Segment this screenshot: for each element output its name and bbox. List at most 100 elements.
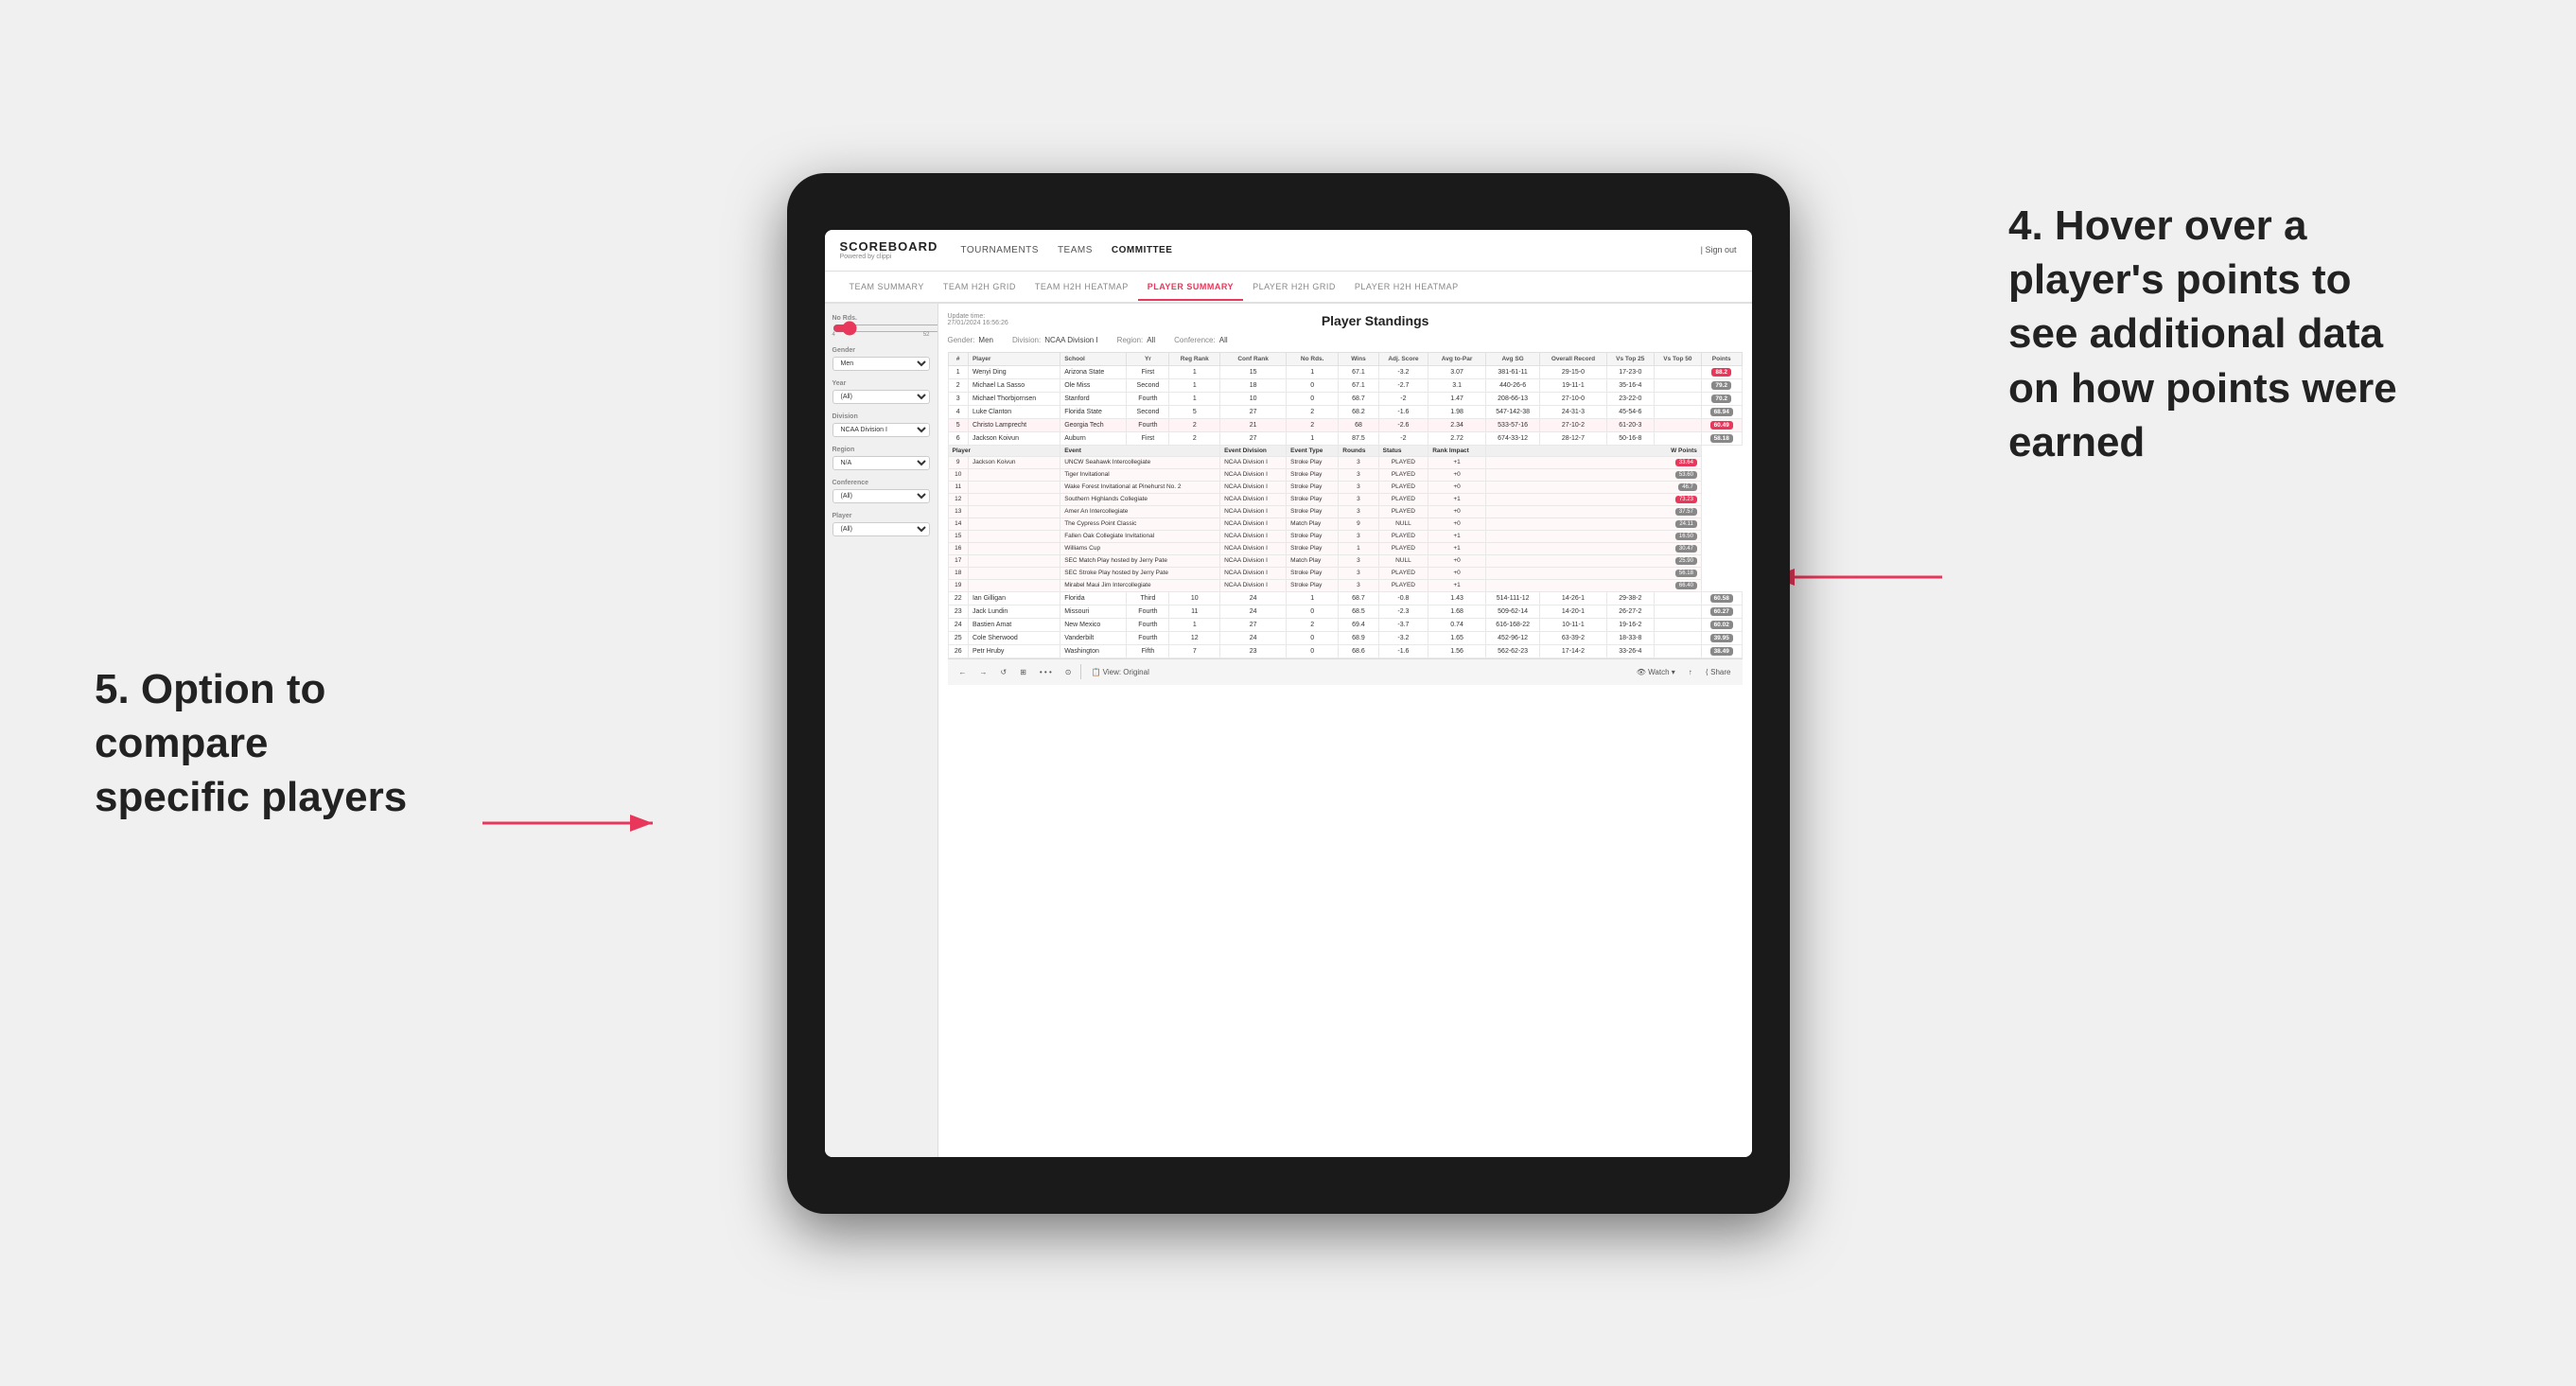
table-row[interactable]: 2 Michael La Sasso Ole Miss Second 1 18 … bbox=[948, 378, 1742, 392]
sidebar-gender-select[interactable]: Men Women bbox=[832, 357, 930, 371]
cell-avg-par: 0.74 bbox=[1428, 618, 1486, 631]
event-cell-type: Stroke Play bbox=[1287, 542, 1339, 554]
event-row[interactable]: 11 Wake Forest Invitational at Pinehurst… bbox=[948, 481, 1742, 493]
event-cell-wpoints[interactable]: 33.64 bbox=[1486, 456, 1702, 468]
toolbar-refresh[interactable]: ↺ bbox=[997, 666, 1011, 678]
cell-points[interactable]: 58.18 bbox=[1701, 431, 1742, 445]
sidebar-conference-select[interactable]: (All) bbox=[832, 489, 930, 503]
sign-out-link[interactable]: | Sign out bbox=[1701, 245, 1737, 254]
table-row[interactable]: 6 Jackson Koivun Auburn First 2 27 1 87.… bbox=[948, 431, 1742, 445]
event-row[interactable]: 14 The Cypress Point Classic NCAA Divisi… bbox=[948, 518, 1742, 530]
sidebar-division-select[interactable]: NCAA Division I bbox=[832, 423, 930, 437]
event-cell-wpoints[interactable]: 30.47 bbox=[1486, 542, 1702, 554]
toolbar-share[interactable]: ⟨ Share bbox=[1702, 666, 1735, 678]
tab-player-h2h-grid[interactable]: PLAYER H2H GRID bbox=[1243, 274, 1345, 301]
event-cell-num: 13 bbox=[948, 505, 968, 518]
event-row[interactable]: 16 Williams Cup NCAA Division I Stroke P… bbox=[948, 542, 1742, 554]
cell-points[interactable]: 79.2 bbox=[1701, 378, 1742, 392]
event-cell-wpoints[interactable]: 73.23 bbox=[1486, 493, 1702, 505]
event-row[interactable]: 18 SEC Stroke Play hosted by Jerry Pate … bbox=[948, 567, 1742, 579]
event-cell-rank: +0 bbox=[1428, 505, 1486, 518]
cell-points[interactable]: 38.49 bbox=[1701, 644, 1742, 658]
tab-team-summary[interactable]: TEAM SUMMARY bbox=[840, 274, 934, 301]
cell-reg-rank: 7 bbox=[1169, 644, 1220, 658]
event-row[interactable]: 19 Mirabel Maui Jim Intercollegiate NCAA… bbox=[948, 579, 1742, 591]
toolbar-grid[interactable]: ⊞ bbox=[1016, 666, 1030, 678]
main-content: No Rds. 4 52 Gender Men Women bbox=[825, 304, 1752, 1157]
table-row[interactable]: 26 Petr Hruby Washington Fifth 7 23 0 68… bbox=[948, 644, 1742, 658]
cell-points[interactable]: 60.49 bbox=[1701, 418, 1742, 431]
toolbar-view[interactable]: 📋 View: Original bbox=[1087, 666, 1152, 678]
cell-rank: 24 bbox=[948, 618, 968, 631]
cell-points[interactable]: 60.27 bbox=[1701, 605, 1742, 618]
event-cell-wpoints[interactable]: 24.11 bbox=[1486, 518, 1702, 530]
event-cell-num: 16 bbox=[948, 542, 968, 554]
cell-points[interactable]: 70.2 bbox=[1701, 392, 1742, 405]
tab-team-h2h-grid[interactable]: TEAM H2H GRID bbox=[934, 274, 1025, 301]
update-time-area: Update time: 27/01/2024 16:56:26 bbox=[948, 313, 1008, 326]
sidebar-year-select[interactable]: (All) bbox=[832, 390, 930, 404]
event-cell-player bbox=[968, 518, 1060, 530]
table-row[interactable]: 5 Christo Lamprecht Georgia Tech Fourth … bbox=[948, 418, 1742, 431]
toolbar-more[interactable]: • • • bbox=[1036, 666, 1056, 678]
event-cell-num: 17 bbox=[948, 554, 968, 567]
cell-points[interactable]: 39.95 bbox=[1701, 631, 1742, 644]
cell-conf-rank: 27 bbox=[1220, 405, 1287, 418]
table-row[interactable]: 1 Wenyi Ding Arizona State First 1 15 1 … bbox=[948, 365, 1742, 378]
sidebar-conference-label: Conference bbox=[832, 480, 930, 486]
event-row[interactable]: 15 Fallen Oak Collegiate Invitational NC… bbox=[948, 530, 1742, 542]
tab-player-h2h-heatmap[interactable]: PLAYER H2H HEATMAP bbox=[1345, 274, 1468, 301]
cell-points[interactable]: 68.94 bbox=[1701, 405, 1742, 418]
event-cell-wpoints[interactable]: 53.60 bbox=[1486, 468, 1702, 481]
sidebar-division-label: Division bbox=[832, 413, 930, 420]
cell-reg-rank: 1 bbox=[1169, 365, 1220, 378]
cell-points[interactable]: 60.02 bbox=[1701, 618, 1742, 631]
event-row[interactable]: 17 SEC Match Play hosted by Jerry Pate N… bbox=[948, 554, 1742, 567]
event-cell-wpoints[interactable]: 46.7 bbox=[1486, 481, 1702, 493]
cell-rank: 26 bbox=[948, 644, 968, 658]
tab-team-h2h-heatmap[interactable]: TEAM H2H HEATMAP bbox=[1025, 274, 1138, 301]
standings-table: # Player School Yr Reg Rank Conf Rank No… bbox=[948, 352, 1743, 658]
event-cell-status: PLAYED bbox=[1378, 505, 1428, 518]
table-row[interactable]: 25 Cole Sherwood Vanderbilt Fourth 12 24… bbox=[948, 631, 1742, 644]
event-cell-wpoints[interactable]: 16.50 bbox=[1486, 530, 1702, 542]
event-row[interactable]: 10 Tiger Invitational NCAA Division I St… bbox=[948, 468, 1742, 481]
cell-adj-score: -2.3 bbox=[1378, 605, 1428, 618]
event-row[interactable]: 13 Amer An Intercollegiate NCAA Division… bbox=[948, 505, 1742, 518]
sidebar-region-select[interactable]: N/A bbox=[832, 456, 930, 470]
th-rank: # bbox=[948, 352, 968, 365]
event-cell-division: NCAA Division I bbox=[1220, 493, 1287, 505]
table-row[interactable]: 3 Michael Thorbjornsen Stanford Fourth 1… bbox=[948, 392, 1742, 405]
nav-tournaments[interactable]: TOURNAMENTS bbox=[960, 241, 1039, 259]
nav-committee[interactable]: COMMITTEE bbox=[1112, 241, 1173, 259]
table-row[interactable]: 24 Bastien Amat New Mexico Fourth 1 27 2… bbox=[948, 618, 1742, 631]
event-row[interactable]: 9 Jackson Koivun UNCW Seahawk Intercolle… bbox=[948, 456, 1742, 468]
sidebar-no-rds-slider[interactable] bbox=[832, 325, 938, 332]
event-cell-status: PLAYED bbox=[1378, 567, 1428, 579]
tab-player-summary[interactable]: PLAYER SUMMARY bbox=[1138, 274, 1243, 301]
event-th-status: Status bbox=[1378, 445, 1428, 456]
toolbar-back[interactable]: ← bbox=[955, 666, 971, 678]
cell-avg-par: 1.98 bbox=[1428, 405, 1486, 418]
table-row[interactable]: 23 Jack Lundin Missouri Fourth 11 24 0 6… bbox=[948, 605, 1742, 618]
event-cell-wpoints[interactable]: 37.57 bbox=[1486, 505, 1702, 518]
table-row[interactable]: 4 Luke Clanton Florida State Second 5 27… bbox=[948, 405, 1742, 418]
toolbar-export[interactable]: ↑ bbox=[1685, 666, 1696, 678]
table-row[interactable]: 22 Ian Gilligan Florida Third 10 24 1 68… bbox=[948, 591, 1742, 605]
sidebar-player-select[interactable]: (All) bbox=[832, 522, 930, 536]
toolbar-forward[interactable]: → bbox=[976, 666, 991, 678]
event-cell-wpoints[interactable]: 56.18 bbox=[1486, 567, 1702, 579]
cell-rank: 1 bbox=[948, 365, 968, 378]
cell-vs25: 33-26-4 bbox=[1606, 644, 1654, 658]
event-cell-rank: +0 bbox=[1428, 567, 1486, 579]
event-cell-wpoints[interactable]: 66.40 bbox=[1486, 579, 1702, 591]
cell-points[interactable]: 60.58 bbox=[1701, 591, 1742, 605]
toolbar-watch[interactable]: 👁 Watch ▾ bbox=[1633, 666, 1679, 678]
nav-teams[interactable]: TEAMS bbox=[1058, 241, 1093, 259]
event-row[interactable]: 12 Southern Highlands Collegiate NCAA Di… bbox=[948, 493, 1742, 505]
cell-avg-sg: 452-96-12 bbox=[1486, 631, 1540, 644]
toolbar-settings[interactable]: ⊙ bbox=[1061, 666, 1076, 678]
event-cell-wpoints[interactable]: 25.90 bbox=[1486, 554, 1702, 567]
cell-points[interactable]: 88.2 bbox=[1701, 365, 1742, 378]
sub-nav: TEAM SUMMARY TEAM H2H GRID TEAM H2H HEAT… bbox=[825, 272, 1752, 304]
